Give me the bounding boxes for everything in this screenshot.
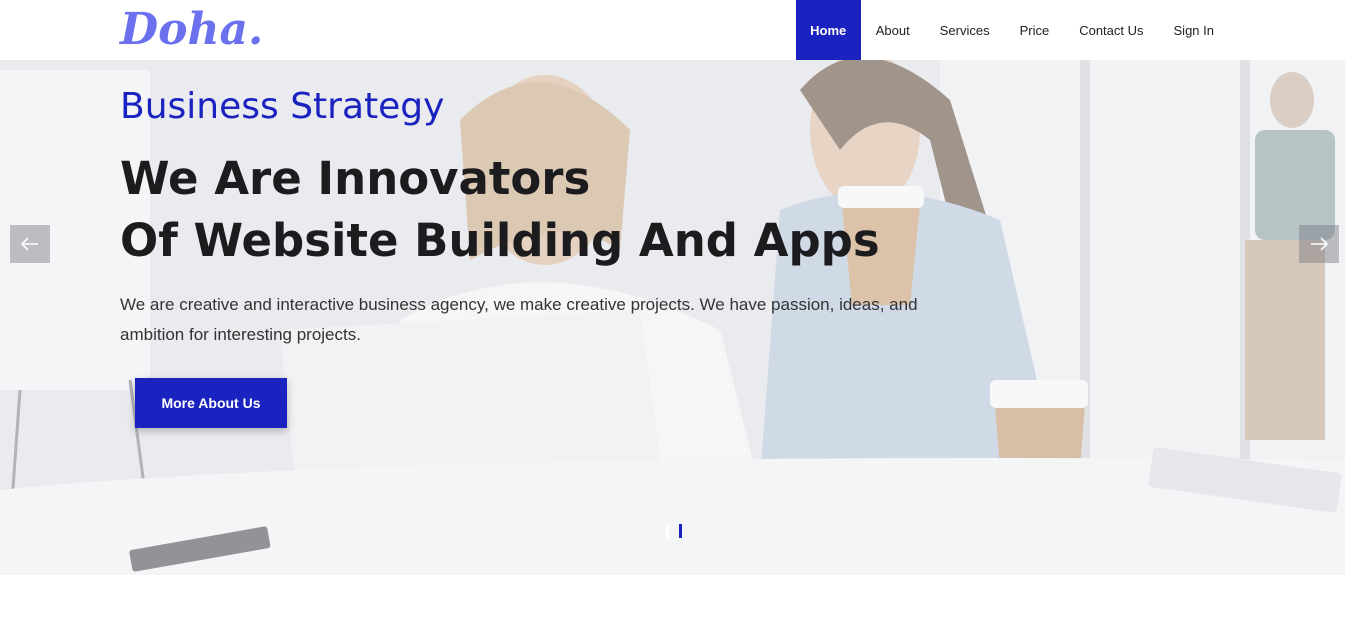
nav-about[interactable]: About bbox=[861, 0, 925, 60]
nav-home[interactable]: Home bbox=[795, 0, 861, 60]
hero-eyebrow: Business Strategy bbox=[120, 86, 445, 127]
hero-title-line-2: Of Website Building And Apps bbox=[120, 214, 880, 267]
more-about-us-button[interactable]: More About Us bbox=[135, 378, 287, 428]
logo[interactable]: Doha. bbox=[120, 4, 263, 56]
hero-description: We are creative and interactive business… bbox=[120, 295, 918, 344]
nav-sign-in[interactable]: Sign In bbox=[1159, 0, 1229, 60]
site-header: Doha. Home About Services Price Contact … bbox=[0, 0, 1345, 60]
main-nav: Home About Services Price Contact Us Sig… bbox=[795, 0, 1229, 60]
hero-title-line-1: We Are Innovators bbox=[120, 152, 591, 205]
nav-services[interactable]: Services bbox=[925, 0, 1005, 60]
hero-title: We Are Innovators Of Website Building An… bbox=[120, 148, 880, 272]
slider-dot-1[interactable] bbox=[666, 524, 669, 538]
arrow-left-icon bbox=[21, 237, 38, 251]
nav-contact-us[interactable]: Contact Us bbox=[1064, 0, 1158, 60]
slider-dot-2[interactable] bbox=[679, 524, 682, 538]
slider-next-button[interactable] bbox=[1299, 225, 1339, 263]
slider-pagination bbox=[666, 524, 682, 538]
nav-price[interactable]: Price bbox=[1005, 0, 1065, 60]
arrow-right-icon bbox=[1311, 237, 1328, 251]
slider-prev-button[interactable] bbox=[10, 225, 50, 263]
hero-slider: Business Strategy We Are Innovators Of W… bbox=[0, 60, 1345, 575]
